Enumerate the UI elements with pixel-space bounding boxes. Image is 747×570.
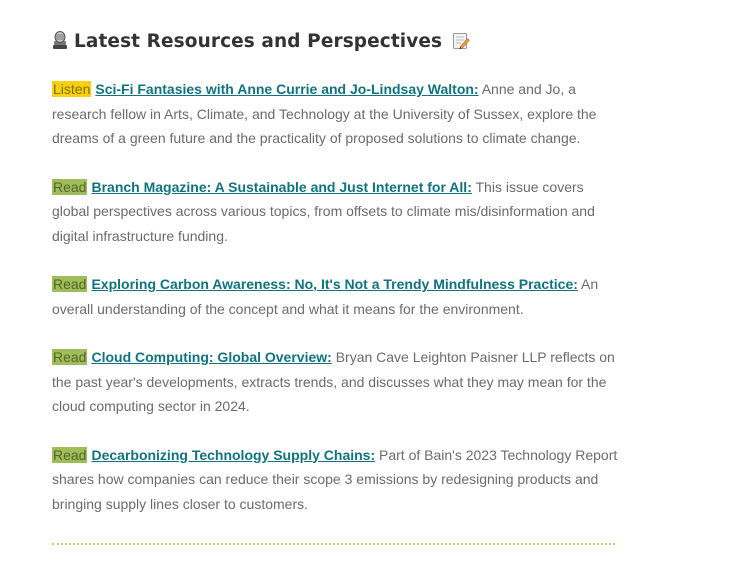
listen-badge: Listen bbox=[52, 81, 92, 97]
section-heading: Latest Resources and Perspectives bbox=[52, 0, 618, 53]
read-badge: Read bbox=[52, 446, 88, 463]
resource-link[interactable]: Branch Magazine: A Sustainable and Just … bbox=[91, 179, 471, 195]
list-item: Read Branch Magazine: A Sustainable and J… bbox=[52, 175, 618, 249]
read-badge: Read bbox=[52, 349, 88, 365]
resource-link[interactable]: Decarbonizing Technology Supply Chains: bbox=[91, 447, 375, 463]
resource-link[interactable]: Cloud Computing: Global Overview: bbox=[91, 349, 331, 365]
memo-icon bbox=[452, 32, 470, 50]
resource-link[interactable]: Sci-Fi Fantasies with Anne Currie and Jo… bbox=[95, 81, 478, 97]
list-item: Read Cloud Computing: Global Overview: Br… bbox=[52, 345, 618, 419]
resource-list: Listen Sci-Fi Fantasies with Anne Currie … bbox=[52, 77, 618, 516]
read-badge: Read bbox=[52, 178, 88, 195]
dotted-divider bbox=[52, 543, 615, 545]
list-item: Listen Sci-Fi Fantasies with Anne Currie … bbox=[52, 77, 618, 151]
resource-link[interactable]: Exploring Carbon Awareness: No, It's Not… bbox=[91, 276, 577, 292]
section-title: Latest Resources and Perspectives bbox=[74, 30, 443, 52]
list-item: Read Exploring Carbon Awareness: No, It's… bbox=[52, 272, 618, 321]
microphone-icon bbox=[52, 31, 68, 51]
list-item: Read Decarbonizing Technology Supply Chai… bbox=[52, 443, 618, 517]
resources-section: Latest Resources and Perspectives Listen… bbox=[52, 0, 618, 540]
read-badge: Read bbox=[52, 276, 88, 292]
